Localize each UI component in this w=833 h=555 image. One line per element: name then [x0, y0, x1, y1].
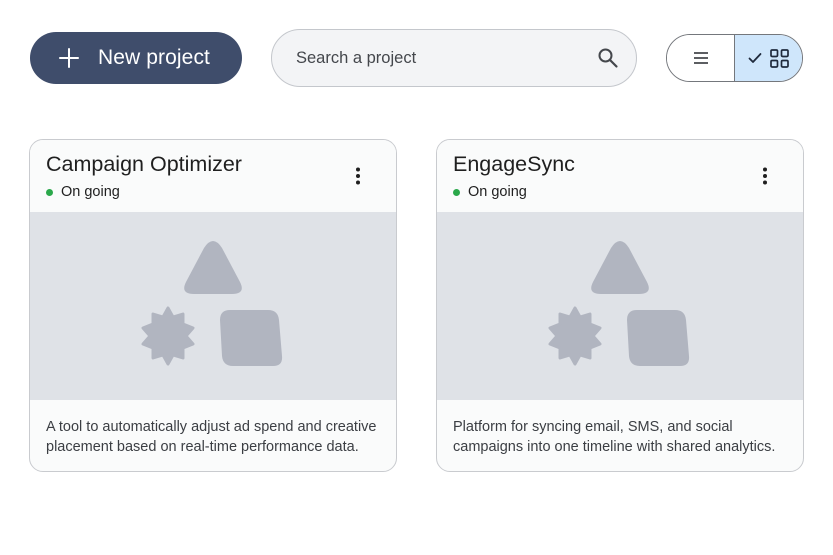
- projects-page: New project Search a project Campaign Op…: [0, 0, 833, 555]
- view-toggle: [666, 34, 803, 82]
- list-view-button[interactable]: [667, 35, 735, 81]
- project-title: Campaign Optimizer: [46, 152, 242, 176]
- new-project-button[interactable]: New project: [30, 32, 242, 84]
- new-project-label: New project: [98, 46, 210, 69]
- project-status: On going: [453, 184, 527, 200]
- more-vert-icon: [356, 167, 360, 185]
- search-bar: [271, 29, 637, 87]
- grid-icon: [770, 48, 789, 68]
- project-status: On going: [46, 184, 120, 200]
- project-description: A tool to automatically adjust ad spend …: [46, 419, 377, 455]
- grid-view-button[interactable]: [735, 35, 802, 81]
- card-header: EngageSync On going: [437, 140, 803, 212]
- shapes-placeholder-icon: [548, 241, 690, 366]
- card-media: [30, 212, 396, 400]
- check-icon: [748, 53, 762, 63]
- status-text: On going: [468, 184, 527, 200]
- more-options-button[interactable]: [753, 164, 777, 188]
- more-vert-icon: [763, 167, 767, 185]
- card-header: Campaign Optimizer On going: [30, 140, 396, 212]
- search-input[interactable]: [296, 48, 596, 68]
- list-icon: [693, 52, 708, 64]
- status-text: On going: [61, 184, 120, 200]
- shapes-placeholder-icon: [141, 241, 283, 366]
- status-dot: [453, 188, 460, 196]
- plus-icon: [58, 47, 80, 69]
- more-options-button[interactable]: [346, 164, 370, 188]
- project-card[interactable]: Campaign Optimizer On going A tool to au…: [29, 139, 397, 472]
- search-icon[interactable]: [596, 46, 620, 70]
- project-card[interactable]: EngageSync On going Platform for syncing…: [436, 139, 804, 472]
- status-dot: [46, 188, 53, 196]
- project-description: Platform for syncing email, SMS, and soc…: [453, 419, 776, 455]
- project-title: EngageSync: [453, 152, 575, 176]
- card-media: [437, 212, 803, 400]
